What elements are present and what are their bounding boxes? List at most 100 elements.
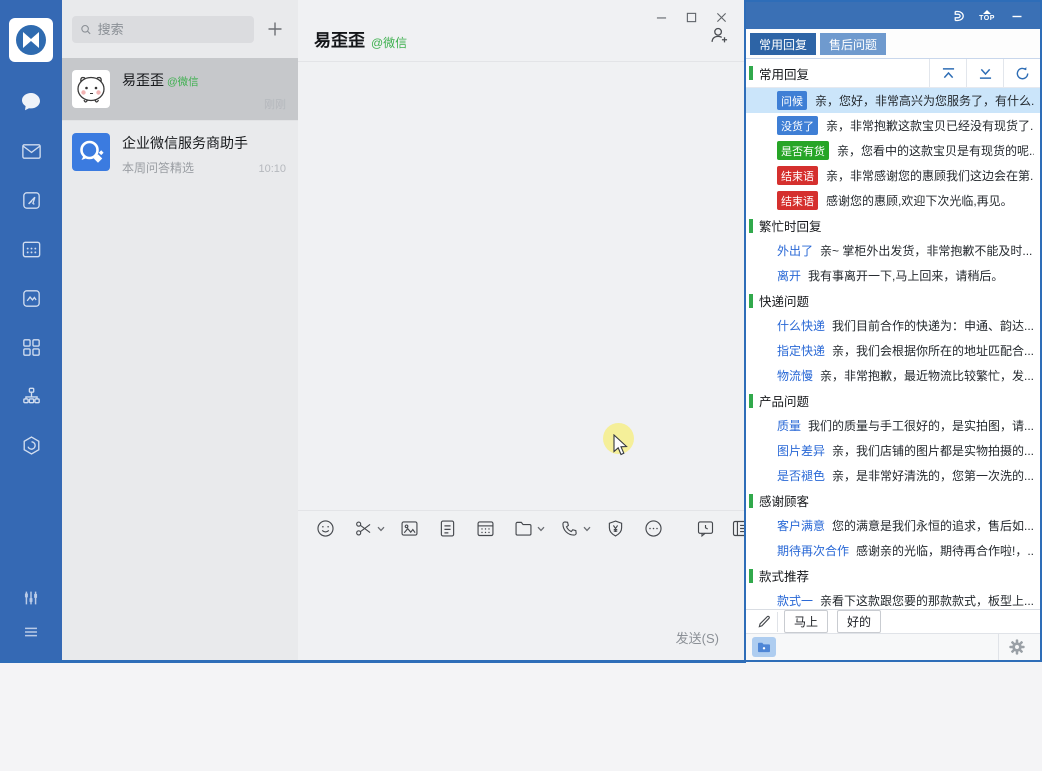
reply-tag[interactable]: 问候 xyxy=(777,91,807,110)
schedule-button[interactable] xyxy=(475,518,496,539)
phrase-folder-button[interactable] xyxy=(752,637,776,657)
panel-bottombar xyxy=(746,633,1040,660)
sidebar-item-apps[interactable] xyxy=(19,335,43,359)
group-title-wrap: 常用回复 xyxy=(746,59,929,87)
panel-tabs: 常用回复 售后问题 xyxy=(746,29,1040,59)
quick-reply-item[interactable]: 外出了 亲~ 掌柜外出发货，非常抱歉不能及时... xyxy=(746,238,1040,263)
quick-phrase-button[interactable]: 好的 xyxy=(837,610,881,633)
maximize-button[interactable] xyxy=(676,6,706,28)
reply-tag[interactable]: 结束语 xyxy=(777,166,818,185)
emoji-button[interactable] xyxy=(315,518,336,539)
payment-button[interactable] xyxy=(605,518,626,539)
reply-keyword[interactable]: 图片差异 xyxy=(777,442,825,459)
chat-history-button[interactable] xyxy=(695,518,716,539)
settings-button[interactable] xyxy=(998,634,1034,660)
quick-reply-item[interactable]: 是否有货 亲，您看中的这款宝贝是有现货的呢... xyxy=(746,138,1040,163)
quick-reply-item[interactable]: 客户满意 您的满意是我们永恒的追求，售后如... xyxy=(746,513,1040,538)
quick-reply-item[interactable]: 结束语 亲，非常感谢您的惠顾我们这边会在第... xyxy=(746,163,1040,188)
reply-keyword[interactable]: 什么快递 xyxy=(777,317,825,334)
quick-reply-section[interactable]: 感谢顾客 xyxy=(746,488,1040,513)
quick-reply-item[interactable]: 指定快递 亲，我们会根据你所在的地址匹配合... xyxy=(746,338,1040,363)
reply-tag[interactable]: 结束语 xyxy=(777,191,818,210)
quick-reply-section[interactable]: 快递问题 xyxy=(746,288,1040,313)
reply-keyword[interactable]: 外出了 xyxy=(777,242,813,259)
send-button[interactable]: 发送(S) xyxy=(676,628,719,647)
shield-yen-icon xyxy=(605,518,626,539)
shared-folder-button[interactable] xyxy=(513,518,545,539)
reply-keyword[interactable]: 是否褪色 xyxy=(777,467,825,484)
quick-reply-item[interactable]: 结束语 感谢您的惠顾,欢迎下次光临,再见。 xyxy=(746,188,1040,213)
expand-all-button[interactable] xyxy=(966,59,1003,87)
reply-group-header: 常用回复 xyxy=(746,59,1040,88)
sidebar-item-filters[interactable] xyxy=(19,586,43,610)
input-toolbar xyxy=(298,510,746,546)
reply-tag[interactable]: 没货了 xyxy=(777,116,818,135)
quick-reply-section[interactable]: 款式推荐 xyxy=(746,563,1040,588)
chevron-down-icon[interactable] xyxy=(583,526,591,532)
more-tools-button[interactable] xyxy=(643,518,664,539)
send-file-button[interactable] xyxy=(437,518,458,539)
new-chat-button[interactable] xyxy=(262,16,288,42)
reply-keyword[interactable]: 指定快递 xyxy=(777,342,825,359)
quick-phrase-button[interactable]: 马上 xyxy=(784,610,828,633)
sidebar-item-menu[interactable] xyxy=(19,620,43,644)
refresh-button[interactable] xyxy=(1003,59,1040,87)
chevron-down-icon[interactable] xyxy=(377,526,385,532)
search-box[interactable] xyxy=(72,16,254,43)
quick-reply-item[interactable]: 质量 我们的质量与手工很好的，是实拍图，请... xyxy=(746,413,1040,438)
phone-icon xyxy=(559,518,580,539)
docs-icon xyxy=(20,287,43,310)
close-button[interactable] xyxy=(706,6,736,28)
quick-reply-item[interactable]: 图片差异 亲，我们店铺的图片都是实物拍摄的... xyxy=(746,438,1040,463)
section-marker xyxy=(749,569,753,583)
message-area[interactable] xyxy=(298,63,746,510)
quick-reply-item[interactable]: 是否褪色 亲，是非常好清洗的，您第一次洗的... xyxy=(746,463,1040,488)
quick-reply-item[interactable]: 期待再次合作 感谢亲的光临，期待再合作啦!，... xyxy=(746,538,1040,563)
minimize-button[interactable] xyxy=(646,6,676,28)
sidebar-item-mail[interactable] xyxy=(19,139,43,163)
chat-list-item-yiwaiwai[interactable]: 易歪歪 @微信 刚刚 xyxy=(62,58,298,120)
panel-minimize-button[interactable] xyxy=(1002,5,1032,27)
tab-common-replies[interactable]: 常用回复 xyxy=(750,33,816,55)
send-image-button[interactable] xyxy=(399,518,420,539)
sidebar-item-org[interactable] xyxy=(19,384,43,408)
quick-reply-section[interactable]: 产品问题 xyxy=(746,388,1040,413)
sidebar-item-chats[interactable] xyxy=(19,90,43,114)
chat-item-time: 10:10 xyxy=(258,163,286,175)
sidebar-item-docs[interactable] xyxy=(19,286,43,310)
pencil-icon xyxy=(757,614,772,629)
quick-reply-item[interactable]: 没货了 亲，非常抱歉这款宝贝已经没有现货了... xyxy=(746,113,1040,138)
tab-aftersales[interactable]: 售后问题 xyxy=(820,33,886,55)
app-logo[interactable] xyxy=(9,18,53,62)
collapse-all-button[interactable] xyxy=(929,59,966,87)
pin-top-button[interactable]: TOP xyxy=(972,5,1002,27)
quick-reply-item[interactable]: 什么快递 我们目前合作的快递为：申通、韵达... xyxy=(746,313,1040,338)
quick-reply-section[interactable]: 繁忙时回复 xyxy=(746,213,1040,238)
sidebar-item-workbench[interactable] xyxy=(19,188,43,212)
reply-keyword[interactable]: 期待再次合作 xyxy=(777,542,849,559)
reply-keyword[interactable]: 客户满意 xyxy=(777,517,825,534)
chevron-down-icon[interactable] xyxy=(537,526,545,532)
reply-keyword[interactable]: 质量 xyxy=(777,417,801,434)
expand-bottom-icon xyxy=(978,67,993,80)
reply-keyword[interactable]: 款式一 xyxy=(777,592,813,609)
quick-reply-item[interactable]: 款式一 亲看下这款跟您要的那款款式，板型上... xyxy=(746,588,1040,609)
quick-reply-item[interactable]: 离开 我有事离开一下,马上回来，请稍后。 xyxy=(746,263,1040,288)
quick-reply-item[interactable]: 物流慢 亲，非常抱歉，最近物流比较繁忙，发... xyxy=(746,363,1040,388)
add-member-button[interactable] xyxy=(708,24,730,51)
dock-magnet-button[interactable] xyxy=(942,5,972,27)
edit-phrases-button[interactable] xyxy=(752,612,778,632)
screenshot-button[interactable] xyxy=(353,518,385,539)
chat-title: 易歪歪 xyxy=(314,26,365,51)
call-button[interactable] xyxy=(559,518,591,539)
sidebar-item-calendar[interactable] xyxy=(19,237,43,261)
reply-keyword[interactable]: 离开 xyxy=(777,267,801,284)
reply-keyword[interactable]: 物流慢 xyxy=(777,367,813,384)
folder-icon xyxy=(513,518,534,539)
chat-list-item-wecom-assistant[interactable]: 企业微信服务商助手 本周问答精选 10:10 xyxy=(62,120,298,182)
reply-tag[interactable]: 是否有货 xyxy=(777,141,829,160)
sidebar-item-toolbox[interactable] xyxy=(19,433,43,457)
minus-icon xyxy=(1011,10,1023,22)
quick-reply-item[interactable]: 问候 亲，您好，非常高兴为您服务了，有什么... xyxy=(746,88,1040,113)
search-input[interactable] xyxy=(98,22,246,37)
